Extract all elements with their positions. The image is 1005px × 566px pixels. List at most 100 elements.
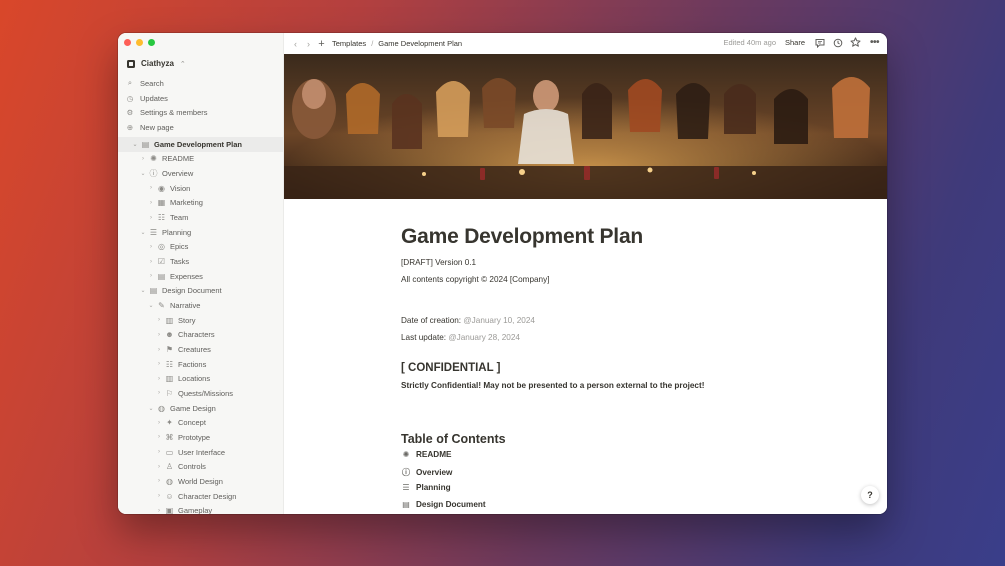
update-date-mention[interactable]: @January 28, 2024 — [448, 333, 520, 342]
gear-icon: ⚙ — [126, 108, 134, 118]
chevron-right-icon[interactable]: › — [147, 215, 155, 221]
chevron-right-icon[interactable]: › — [147, 185, 155, 191]
sidebar-item-expenses[interactable]: › ▤ Expenses — [118, 269, 283, 284]
comments-icon[interactable] — [814, 37, 825, 48]
page-title[interactable]: Game Development Plan — [401, 225, 643, 249]
sidebar-item-world-design[interactable]: › ◍ World Design — [118, 474, 283, 489]
creature-icon: ⚑ — [165, 345, 174, 355]
chevron-right-icon[interactable]: › — [147, 200, 155, 206]
forward-arrow-icon[interactable]: › — [302, 39, 315, 49]
chevron-right-icon[interactable]: › — [139, 156, 147, 162]
chevron-right-icon[interactable]: › — [155, 434, 163, 440]
breadcrumb-current[interactable]: Game Development Plan — [378, 39, 462, 48]
menu-item-settings-members[interactable]: ⚙ Settings & members — [126, 105, 276, 120]
chevron-right-icon[interactable]: › — [147, 244, 155, 250]
chevron-right-icon[interactable]: › — [147, 273, 155, 279]
chevron-down-icon[interactable]: ⌄ — [139, 170, 147, 177]
sidebar-item-planning[interactable]: ⌄ ☰ Planning — [118, 225, 283, 240]
update-date-line: Last update: @January 28, 2024 — [401, 333, 520, 342]
minimize-window-button[interactable] — [136, 39, 143, 46]
sidebar-item-game-design[interactable]: ⌄ ◍ Game Design — [118, 401, 283, 416]
sidebar-item-narrative[interactable]: ⌄ ✎ Narrative — [118, 298, 283, 313]
menu-item-search[interactable]: ⌕ Search — [126, 76, 276, 91]
workspace-switcher[interactable]: Ciathyza ⌃ — [127, 59, 186, 68]
chevron-right-icon[interactable]: › — [155, 508, 163, 514]
chevron-down-icon[interactable]: ⌄ — [147, 302, 155, 309]
sidebar-item-epics[interactable]: › ◎ Epics — [118, 240, 283, 255]
chevron-right-icon[interactable]: › — [155, 347, 163, 353]
sidebar-item-label: Game Development Plan — [154, 139, 242, 149]
toc-link-planning[interactable]: ☰ Planning — [401, 483, 450, 492]
sidebar-item-gameplay[interactable]: › ▣ Gameplay — [118, 503, 283, 514]
sidebar-item-tasks[interactable]: › ☑ Tasks — [118, 254, 283, 269]
sidebar-item-prototype[interactable]: › ⌘ Prototype — [118, 430, 283, 445]
chevron-right-icon[interactable]: › — [155, 449, 163, 455]
toc-link-overview[interactable]: ⓘ Overview — [401, 467, 452, 478]
star-icon[interactable] — [850, 37, 861, 48]
back-arrow-icon[interactable]: ‹ — [289, 39, 302, 49]
chevron-right-icon[interactable]: › — [147, 259, 155, 265]
chevron-right-icon[interactable]: › — [155, 317, 163, 323]
toc-link-design-document[interactable]: ▤ Design Document — [401, 500, 486, 510]
toc-link-readme[interactable]: ✺ README — [401, 450, 452, 459]
chevron-right-icon[interactable]: › — [155, 390, 163, 396]
history-icon[interactable] — [832, 37, 843, 48]
sidebar-item-team[interactable]: › ☷ Team — [118, 210, 283, 225]
sidebar-item-marketing[interactable]: › ▦ Marketing — [118, 196, 283, 211]
chevron-right-icon[interactable]: › — [155, 376, 163, 382]
breadcrumb-templates[interactable]: Templates — [332, 39, 366, 48]
sidebar-item-quests-missions[interactable]: › ⚐ Quests/Missions — [118, 386, 283, 401]
sidebar-item-readme[interactable]: › ✺ README — [118, 152, 283, 167]
menu-item-new-page[interactable]: ⊕ New page — [126, 120, 276, 135]
sidebar-item-characters[interactable]: › ☻ Characters — [118, 328, 283, 343]
document-icon: ▤ — [149, 286, 158, 296]
menu-item-label: Updates — [140, 93, 168, 103]
sidebar-item-controls[interactable]: › ♙ Controls — [118, 459, 283, 474]
clock-icon: ◷ — [126, 93, 134, 103]
sidebar-item-design-document[interactable]: ⌄ ▤ Design Document — [118, 284, 283, 299]
update-label: Last update: — [401, 333, 449, 342]
share-button[interactable]: Share — [785, 38, 805, 47]
add-page-icon[interactable]: + — [315, 38, 328, 50]
chevron-right-icon[interactable]: › — [155, 420, 163, 426]
maximize-window-button[interactable] — [148, 39, 155, 46]
sidebar-item-label: Epics — [170, 242, 189, 252]
chevron-down-icon[interactable]: ⌄ — [147, 405, 155, 412]
chevron-right-icon[interactable]: › — [155, 464, 163, 470]
more-options-icon[interactable]: ••• — [869, 37, 880, 48]
sidebar-item-story[interactable]: › ▥ Story — [118, 313, 283, 328]
sidebar-item-locations[interactable]: › ▥ Locations — [118, 372, 283, 387]
chevron-down-icon[interactable]: ⌄ — [131, 141, 139, 148]
menu-item-updates[interactable]: ◷ Updates — [126, 91, 276, 106]
sidebar-item-character-design[interactable]: › ☺ Character Design — [118, 489, 283, 504]
creation-label: Date of creation: — [401, 316, 464, 325]
chevron-right-icon[interactable]: › — [155, 332, 163, 338]
palette-icon: ◍ — [158, 403, 165, 413]
cover-image — [284, 54, 887, 199]
sidebar-item-game-development-plan[interactable]: ⌄ ▤ Game Development Plan — [118, 137, 283, 152]
toc-label: Design Document — [416, 500, 486, 510]
sidebar-item-vision[interactable]: › ◉ Vision — [118, 181, 283, 196]
sidebar-item-label: User Interface — [178, 447, 226, 457]
pencil-icon: ✎ — [158, 301, 165, 311]
close-window-button[interactable] — [124, 39, 131, 46]
creation-date-mention[interactable]: @January 10, 2024 — [463, 316, 535, 325]
sidebar-item-label: Creatures — [178, 345, 211, 355]
group-icon: ☷ — [165, 359, 174, 369]
sidebar-item-label: Controls — [178, 462, 206, 472]
help-button[interactable]: ? — [861, 486, 879, 504]
sidebar-item-user-interface[interactable]: › ▭ User Interface — [118, 445, 283, 460]
document-icon: ▤ — [402, 500, 410, 510]
chevron-right-icon[interactable]: › — [155, 478, 163, 484]
info-icon: ⓘ — [149, 169, 158, 179]
chevron-right-icon[interactable]: › — [155, 361, 163, 367]
version-text: [DRAFT] Version 0.1 — [401, 258, 477, 267]
sidebar-item-overview[interactable]: ⌄ ⓘ Overview — [118, 166, 283, 181]
sidebar-item-creatures[interactable]: › ⚑ Creatures — [118, 342, 283, 357]
chevron-right-icon[interactable]: › — [155, 493, 163, 499]
sidebar-item-factions[interactable]: › ☷ Factions — [118, 357, 283, 372]
sidebar-item-concept[interactable]: › ✦ Concept — [118, 415, 283, 430]
chevron-down-icon[interactable]: ⌄ — [139, 287, 147, 294]
chevron-down-icon[interactable]: ⌄ — [139, 229, 147, 236]
people-icon: ☻ — [165, 330, 174, 340]
